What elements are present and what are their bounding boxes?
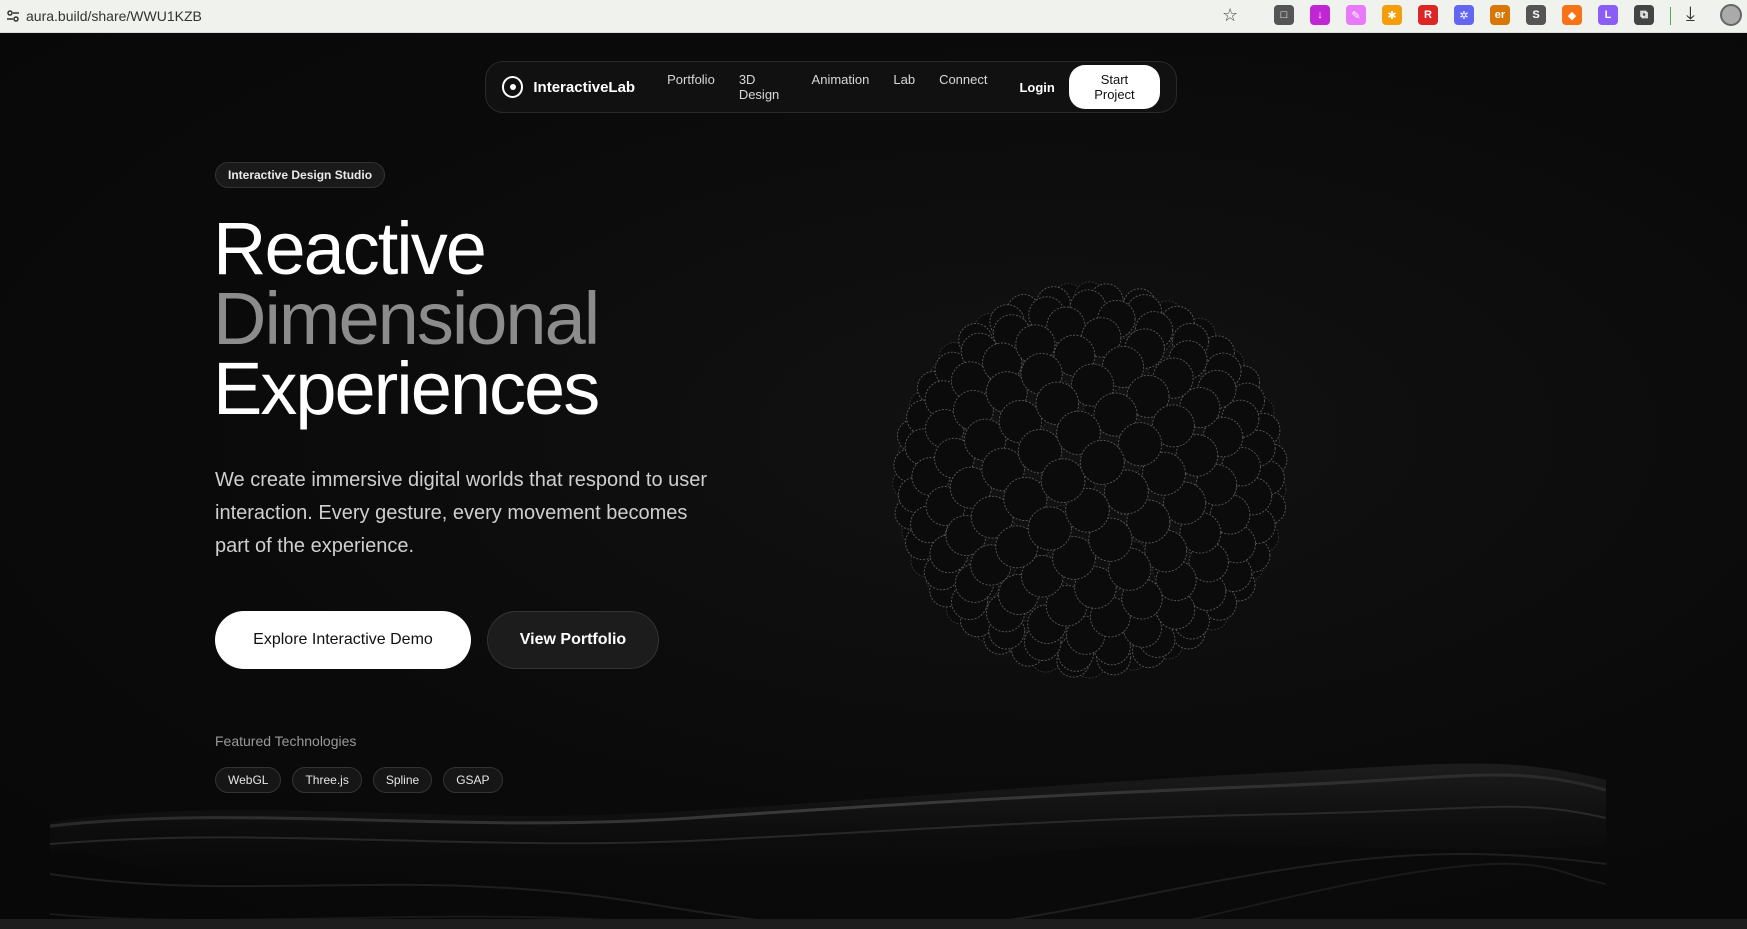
sphere-bubble <box>1118 422 1163 467</box>
view-portfolio-button[interactable]: View Portfolio <box>487 611 659 669</box>
toolbar-separator <box>1670 7 1671 25</box>
start-project-button[interactable]: Start Project <box>1068 65 1160 109</box>
sphere-bubble <box>1040 458 1086 504</box>
headline-line-2: Dimensional <box>213 277 600 360</box>
fox-icon[interactable]: ✱ <box>1382 5 1402 25</box>
extension-x-icon[interactable]: □ <box>1274 5 1294 25</box>
brand-name[interactable]: InteractiveLab <box>533 79 635 96</box>
er-icon[interactable]: er <box>1490 5 1510 25</box>
l-icon[interactable]: L <box>1598 5 1618 25</box>
hero-headline: Reactive Dimensional Experiences <box>213 207 600 430</box>
profile-avatar[interactable] <box>1720 4 1742 26</box>
site-info-icon[interactable] <box>0 0 26 33</box>
metamask-icon[interactable]: ◆ <box>1562 5 1582 25</box>
hero-description: We create immersive digital worlds that … <box>215 469 708 557</box>
landing-page: InteractiveLab Portfolio 3D Design Anima… <box>0 34 1747 919</box>
nav-link-connect[interactable]: Connect <box>939 72 987 102</box>
explore-demo-button[interactable]: Explore Interactive Demo <box>215 611 471 669</box>
bottom-strip <box>0 919 1747 929</box>
headline-line-1: Reactive <box>213 207 487 290</box>
red-r-icon[interactable]: R <box>1418 5 1438 25</box>
browser-address-bar: aura.build/share/WWU1KZB ☆ □ ↓ ✎ ✱ R ✲ er S ◆ L ⧉ … <box>0 0 1747 33</box>
bookmark-star-icon[interactable]: ☆ <box>1222 5 1238 26</box>
logo-icon[interactable] <box>502 76 524 98</box>
puzzle-icon[interactable]: ⧉ <box>1634 5 1654 25</box>
bubble-sphere-graphic <box>892 281 1288 679</box>
sphere-bubble <box>1027 506 1072 551</box>
download-icon[interactable]: ⤓ <box>1686 3 1695 26</box>
nav-link-lab[interactable]: Lab <box>893 72 915 102</box>
nav-link-3d-design[interactable]: 3D Design <box>739 72 788 102</box>
main-nav: InteractiveLab Portfolio 3D Design Anima… <box>485 61 1177 113</box>
download-arrow-icon[interactable]: ↓ <box>1310 5 1330 25</box>
gear-badge-icon[interactable]: ✲ <box>1454 5 1474 25</box>
s-icon[interactable]: S <box>1526 5 1546 25</box>
nav-link-portfolio[interactable]: Portfolio <box>667 72 715 102</box>
eyedropper-icon[interactable]: ✎ <box>1346 5 1366 25</box>
wave-graphic <box>50 763 1606 919</box>
login-link[interactable]: Login <box>1019 80 1054 95</box>
nav-links: Portfolio 3D Design Animation Lab Connec… <box>667 72 1011 102</box>
studio-badge: Interactive Design Studio <box>215 162 386 188</box>
headline-line-3: Experiences <box>213 347 600 430</box>
sphere-bubble <box>1079 439 1125 485</box>
nav-link-animation[interactable]: Animation <box>812 72 870 102</box>
url-text[interactable]: aura.build/share/WWU1KZB <box>26 8 202 24</box>
